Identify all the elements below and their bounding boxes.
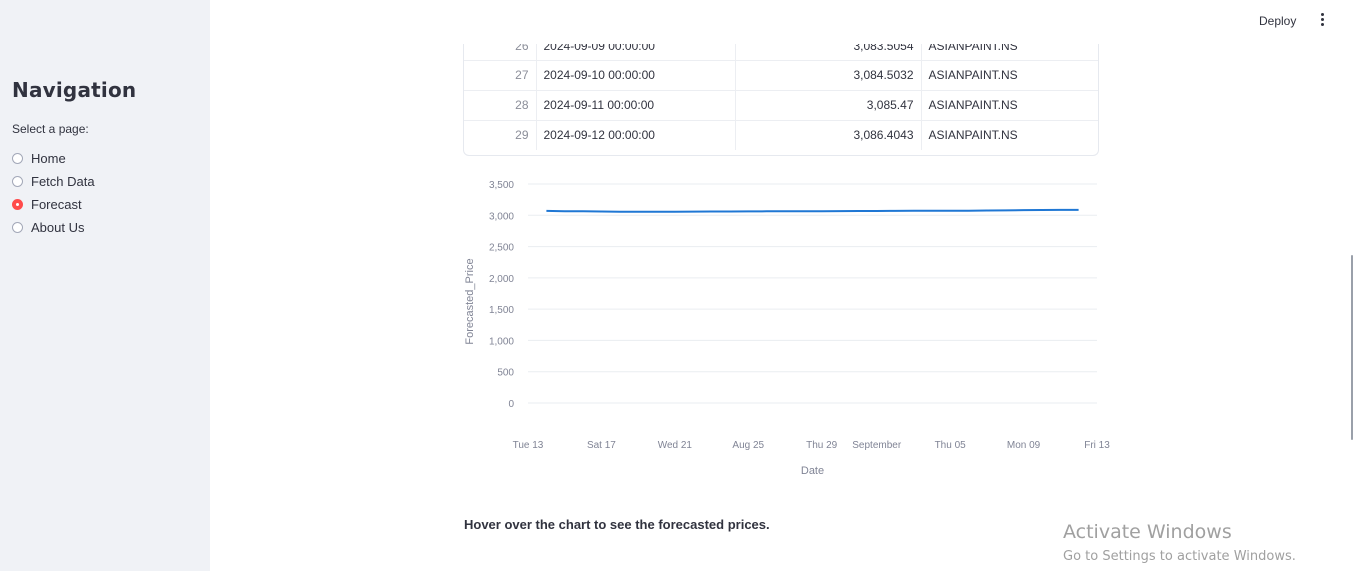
- forecast-table: 26 2024-09-09 00:00:00 3,083.5054 ASIANPAIN…: [463, 44, 1099, 156]
- x-axis-title: Date: [801, 465, 824, 477]
- forecast-series-line: [546, 208, 1079, 213]
- sidebar: Navigation Select a page: Home Fetch Data…: [0, 0, 210, 571]
- y-tick-label: 1,500: [489, 305, 514, 316]
- x-tick-label: Fri 13: [1084, 440, 1110, 451]
- date-cell: 2024-09-09 00:00:00: [536, 44, 736, 61]
- radio-label: Home: [31, 151, 66, 166]
- radio-label: Forecast: [31, 197, 82, 212]
- activate-windows-watermark: Activate Windows Go to Settings to activ…: [1063, 521, 1296, 564]
- ticker-cell: ASIANPAINT.NS: [921, 44, 1098, 61]
- y-tick-label: 0: [508, 399, 514, 410]
- radio-option-about-us[interactable]: About Us: [12, 216, 95, 239]
- page-select-label: Select a page:: [12, 122, 89, 136]
- y-tick-label: 2,500: [489, 243, 514, 254]
- price-cell: 3,085.47: [735, 90, 922, 121]
- price-cell: 3,084.5032: [735, 60, 922, 91]
- ticker-cell: ASIANPAINT.NS: [928, 128, 1018, 143]
- radio-option-home[interactable]: Home: [12, 147, 95, 170]
- date-cell: 2024-09-12 00:00:00: [536, 120, 736, 150]
- x-tick-label: Sat 17: [587, 440, 616, 451]
- x-tick-label: Wed 21: [658, 440, 693, 451]
- page-radio-group: Home Fetch Data Forecast About Us: [12, 147, 95, 239]
- radio-option-forecast[interactable]: Forecast: [12, 193, 95, 216]
- radio-label: Fetch Data: [31, 174, 95, 189]
- forecast-line-chart[interactable]: 3,500 3,000 2,500 2,000 1,500 1,000 500 0 Tue 13…: [460, 172, 1110, 482]
- y-axis-title: Forecasted_Price: [464, 258, 476, 344]
- table-row: 29 2024-09-12 00:00:00 3,086.4043 ASIANPAIN…: [464, 120, 1098, 150]
- watermark-subtitle: Go to Settings to activate Windows.: [1063, 549, 1296, 564]
- table-row: 27 2024-09-10 00:00:00 3,084.5032 ASIANPAIN…: [464, 60, 1098, 91]
- x-tick-label: Thu 29: [806, 440, 838, 451]
- sidebar-title: Navigation: [12, 78, 137, 102]
- y-tick-label: 3,500: [489, 180, 514, 191]
- y-tick-label: 1,000: [489, 336, 514, 347]
- price-cell: 3,083.5054: [735, 44, 922, 61]
- x-tick-label: Mon 09: [1007, 440, 1041, 451]
- ticker-cell: ASIANPAINT.NS: [921, 60, 1098, 91]
- x-tick-label: September: [852, 440, 902, 451]
- ticker-cell: ASIANPAINT.NS: [921, 90, 1098, 121]
- y-tick-label: 500: [497, 368, 514, 379]
- x-tick-label: Tue 13: [513, 440, 544, 451]
- row-index-cell: 29: [464, 120, 537, 150]
- x-tick-label: Thu 05: [935, 440, 967, 451]
- row-index-cell: 28: [464, 90, 537, 121]
- radio-label: About Us: [31, 220, 85, 235]
- date-cell: 2024-09-10 00:00:00: [536, 60, 736, 91]
- table-row: 28 2024-09-11 00:00:00 3,085.47 ASIANPAINT.…: [464, 90, 1098, 121]
- radio-unselected-icon[interactable]: [12, 153, 23, 164]
- hover-note: Hover over the chart to see the forecast…: [464, 517, 770, 532]
- watermark-title: Activate Windows: [1063, 521, 1232, 543]
- radio-unselected-icon[interactable]: [12, 176, 23, 187]
- row-index-cell: 26: [464, 44, 537, 61]
- radio-selected-icon[interactable]: [12, 199, 23, 210]
- table-row: 26 2024-09-09 00:00:00 3,083.5054 ASIANPAIN…: [464, 44, 1098, 61]
- radio-option-fetch-data[interactable]: Fetch Data: [12, 170, 95, 193]
- x-tick-label: Aug 25: [732, 440, 764, 451]
- y-tick-label: 3,000: [489, 211, 514, 222]
- date-cell: 2024-09-11 00:00:00: [536, 90, 736, 121]
- radio-unselected-icon[interactable]: [12, 222, 23, 233]
- row-index-cell: 27: [464, 60, 537, 91]
- y-tick-label: 2,000: [489, 274, 514, 285]
- price-cell: 3,086.4043: [735, 120, 922, 150]
- deploy-button[interactable]: Deploy: [1259, 14, 1296, 28]
- main-menu-icon[interactable]: [1318, 13, 1326, 29]
